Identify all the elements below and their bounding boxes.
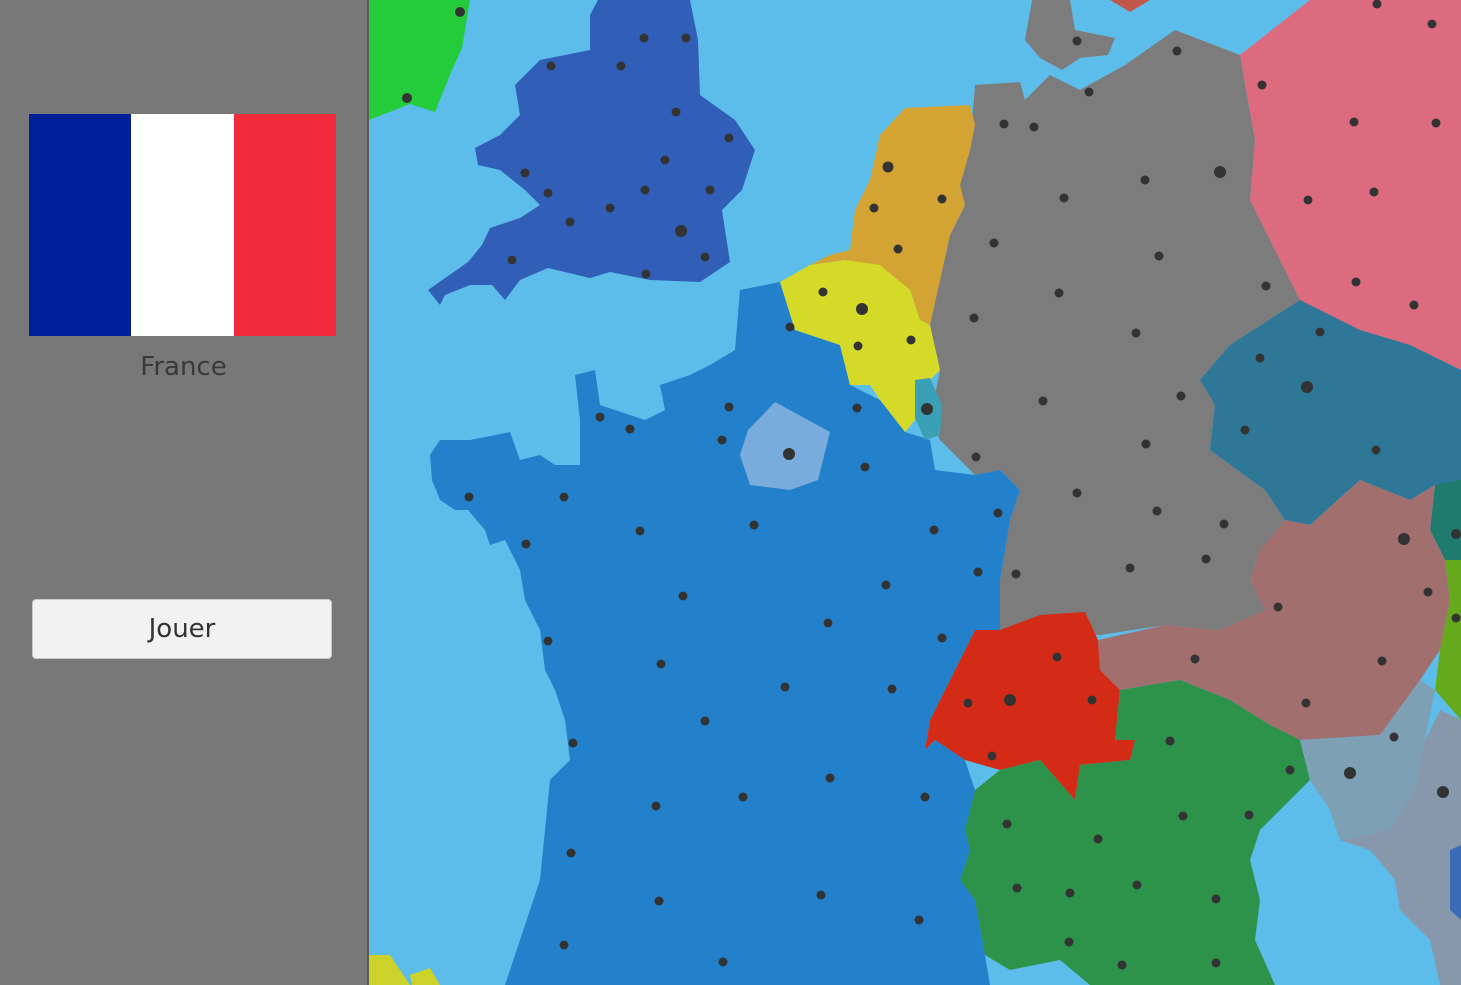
flag-stripe-red (233, 114, 336, 336)
flag-stripe-white (131, 114, 234, 336)
sidebar: France Jouer (0, 0, 367, 985)
region-bosnia (1450, 845, 1461, 920)
country-name: France (140, 352, 227, 382)
play-button[interactable]: Jouer (32, 599, 332, 659)
france-flag-icon (29, 114, 336, 336)
flag-stripe-blue (29, 114, 132, 336)
europe-map[interactable] (369, 0, 1461, 985)
